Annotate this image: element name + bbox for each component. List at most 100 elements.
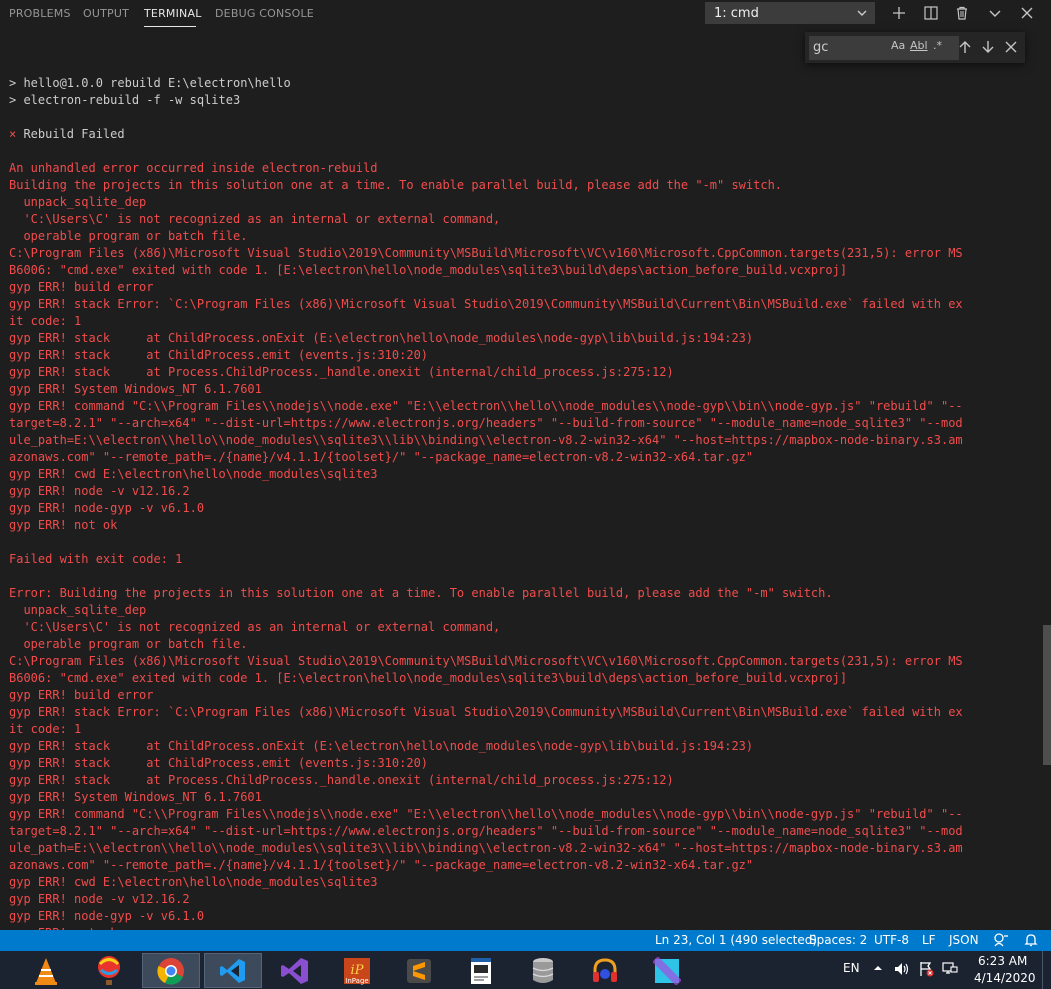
visual-studio-icon[interactable] bbox=[266, 953, 324, 988]
indentation-status[interactable]: Spaces: 2 bbox=[809, 933, 867, 947]
bell-icon[interactable] bbox=[1023, 932, 1039, 951]
terminal-line: gyp ERR! stack Error: `C:\Program Files … bbox=[9, 297, 963, 311]
windows-taskbar: iP InPage EN 6:23 AM 4/14/2020 bbox=[0, 951, 1051, 989]
cursor-position[interactable]: Ln 23, Col 1 (490 selected) bbox=[655, 933, 817, 947]
trash-icon[interactable] bbox=[951, 3, 973, 23]
find-widget: gc Aa Abl .* bbox=[805, 32, 1025, 63]
feedback-icon[interactable] bbox=[993, 932, 1009, 951]
terminal-line: gyp ERR! cwd E:\electron\hello\node_modu… bbox=[9, 467, 378, 481]
language-mode[interactable]: JSON bbox=[949, 933, 979, 947]
tab-debug-console[interactable]: DEBUG CONSOLE bbox=[215, 7, 314, 20]
terminal-line: operable program or batch file. bbox=[9, 229, 248, 243]
terminal-line: C:\Program Files (x86)\Microsoft Visual … bbox=[9, 246, 963, 260]
inpage-icon[interactable]: iP InPage bbox=[328, 953, 386, 988]
tab-problems[interactable]: PROBLEMS bbox=[9, 7, 71, 20]
terminal-line: gyp ERR! stack at Process.ChildProcess._… bbox=[9, 365, 674, 379]
close-find-icon[interactable] bbox=[1002, 38, 1020, 56]
cube-icon[interactable] bbox=[638, 953, 696, 988]
terminal-line: azonaws.com" "--remote_path=./{name}/v4.… bbox=[9, 450, 754, 464]
terminal-line: gyp ERR! System Windows_NT 6.1.7601 bbox=[9, 790, 262, 804]
terminal-line: ule_path=E:\\electron\\hello\\node_modul… bbox=[9, 433, 963, 447]
rebuild-status-text: Rebuild Failed bbox=[16, 127, 125, 141]
terminal-line: gyp ERR! build error bbox=[9, 688, 154, 702]
terminal-line: C:\Program Files (x86)\Microsoft Visual … bbox=[9, 654, 963, 668]
active-tab-indicator bbox=[144, 26, 196, 27]
headphones-icon[interactable] bbox=[576, 953, 634, 988]
terminal-line: gyp ERR! stack at ChildProcess.onExit (E… bbox=[9, 739, 754, 753]
terminal-line: gyp ERR! not ok bbox=[9, 518, 118, 532]
terminal-line: B6006: "cmd.exe" exited with code 1. [E:… bbox=[9, 263, 848, 277]
terminal-line: gyp ERR! command "C:\\Program Files\\nod… bbox=[9, 399, 963, 413]
terminal-line: > hello@1.0.0 rebuild E:\electron\hello bbox=[9, 76, 291, 90]
terminal-line: gyp ERR! stack at ChildProcess.emit (eve… bbox=[9, 348, 429, 362]
status-bar: Ln 23, Col 1 (490 selected) Spaces: 2 UT… bbox=[0, 930, 1051, 951]
vlc-icon[interactable] bbox=[17, 953, 75, 988]
close-panel-icon[interactable] bbox=[1016, 3, 1038, 23]
input-language[interactable]: EN bbox=[843, 961, 860, 975]
terminal-line: gyp ERR! command "C:\\Program Files\\nod… bbox=[9, 807, 963, 821]
terminal-line: B6006: "cmd.exe" exited with code 1. [E:… bbox=[9, 671, 848, 685]
inpage-label: InPage bbox=[345, 977, 368, 985]
terminal-output[interactable]: > hello@1.0.0 rebuild E:\electron\hello >… bbox=[9, 58, 1029, 942]
match-case-toggle[interactable]: Aa bbox=[891, 39, 905, 52]
terminal-line: gyp ERR! node-gyp -v v6.1.0 bbox=[9, 501, 205, 515]
eol-status[interactable]: LF bbox=[922, 933, 936, 947]
svg-text:iP: iP bbox=[351, 963, 364, 978]
terminal-scrollbar[interactable] bbox=[1043, 625, 1051, 765]
terminal-line: unpack_sqlite_dep bbox=[9, 195, 147, 209]
document-icon[interactable] bbox=[452, 953, 510, 988]
regex-toggle[interactable]: .* bbox=[933, 39, 942, 52]
terminal-line: gyp ERR! stack at Process.ChildProcess._… bbox=[9, 773, 674, 787]
show-desktop-button[interactable] bbox=[1042, 951, 1051, 989]
action-center-flag-icon[interactable] bbox=[918, 961, 934, 980]
tab-output[interactable]: OUTPUT bbox=[83, 7, 129, 20]
tray-expand-icon[interactable] bbox=[873, 962, 883, 976]
terminal-line: gyp ERR! stack at ChildProcess.onExit (E… bbox=[9, 331, 754, 345]
chevron-down-icon bbox=[856, 3, 868, 27]
sublime-icon[interactable] bbox=[390, 953, 448, 988]
new-terminal-icon[interactable] bbox=[888, 3, 910, 23]
terminal-line: Failed with exit code: 1 bbox=[9, 552, 183, 566]
terminal-line: gyp ERR! stack at ChildProcess.emit (eve… bbox=[9, 756, 429, 770]
encoding-status[interactable]: UTF-8 bbox=[874, 933, 909, 947]
terminal-line: target=8.2.1" "--arch=x64" "--dist-url=h… bbox=[9, 416, 963, 430]
terminal-line: 'C:\Users\C' is not recognized as an int… bbox=[9, 212, 501, 226]
terminal-line: gyp ERR! System Windows_NT 6.1.7601 bbox=[9, 382, 262, 396]
maximize-panel-icon[interactable] bbox=[984, 3, 1006, 23]
chrome-icon[interactable] bbox=[142, 953, 200, 988]
terminal-line: gyp ERR! build error bbox=[9, 280, 154, 294]
terminal-line: gyp ERR! node-gyp -v v6.1.0 bbox=[9, 909, 205, 923]
terminal-select-value: 1: cmd bbox=[714, 6, 759, 21]
terminal-line: gyp ERR! node -v v12.16.2 bbox=[9, 892, 190, 906]
terminal-line: it code: 1 bbox=[9, 722, 82, 736]
terminal-line: An unhandled error occurred inside elect… bbox=[9, 161, 378, 175]
network-icon[interactable] bbox=[941, 961, 959, 980]
terminal-line: azonaws.com" "--remote_path=./{name}/v4.… bbox=[9, 858, 754, 872]
terminal-select[interactable]: 1: cmd bbox=[705, 2, 875, 24]
clock-time[interactable]: 6:23 AM bbox=[978, 954, 1027, 968]
terminal-line: Error: Building the projects in this sol… bbox=[9, 586, 833, 600]
previous-match-icon[interactable] bbox=[956, 38, 974, 56]
terminal-line: Building the projects in this solution o… bbox=[9, 178, 783, 192]
terminal-line: it code: 1 bbox=[9, 314, 82, 328]
terminal-line: unpack_sqlite_dep bbox=[9, 603, 147, 617]
database-icon[interactable] bbox=[514, 953, 572, 988]
split-terminal-icon[interactable] bbox=[920, 3, 942, 23]
terminal-line: target=8.2.1" "--arch=x64" "--dist-url=h… bbox=[9, 824, 963, 838]
whole-word-toggle[interactable]: Abl bbox=[910, 39, 928, 52]
terminal-line: ule_path=E:\\electron\\hello\\node_modul… bbox=[9, 841, 963, 855]
terminal-line: gyp ERR! cwd E:\electron\hello\node_modu… bbox=[9, 875, 378, 889]
panel-header: PROBLEMS OUTPUT TERMINAL DEBUG CONSOLE 1… bbox=[0, 0, 1051, 28]
tab-terminal[interactable]: TERMINAL bbox=[144, 7, 202, 20]
terminal-line: × Rebuild Failed bbox=[9, 126, 1029, 143]
volume-icon[interactable] bbox=[894, 962, 910, 979]
terminal-line: gyp ERR! node -v v12.16.2 bbox=[9, 484, 190, 498]
vscode-icon[interactable] bbox=[204, 953, 262, 988]
next-match-icon[interactable] bbox=[979, 38, 997, 56]
balloon-icon[interactable] bbox=[80, 953, 138, 988]
clock-date[interactable]: 4/14/2020 bbox=[974, 971, 1036, 985]
